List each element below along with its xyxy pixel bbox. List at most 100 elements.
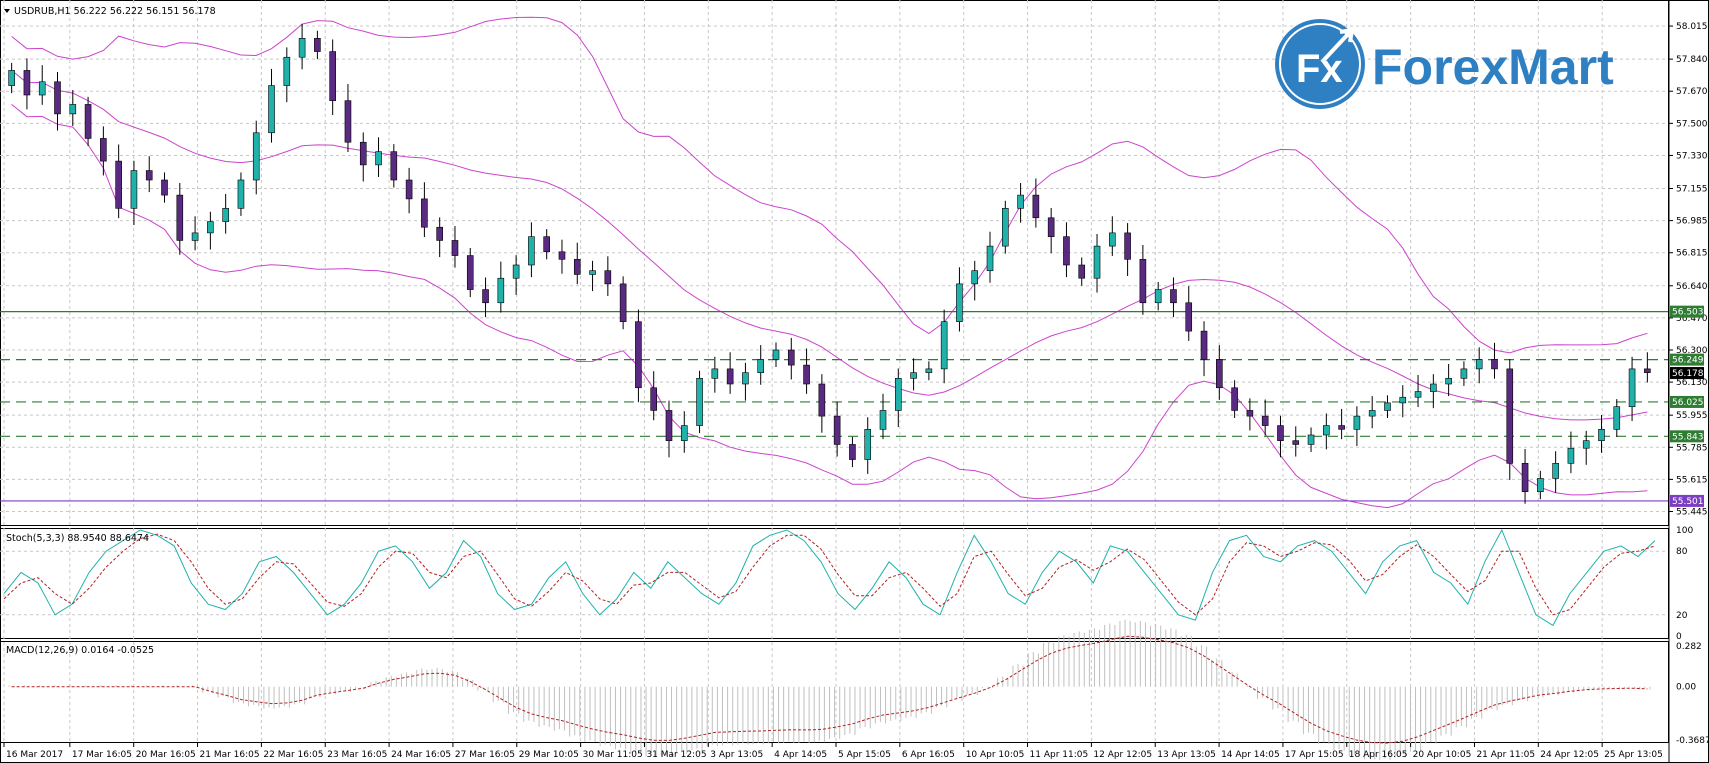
candle-body (1277, 425, 1284, 441)
candle-body (772, 349, 780, 360)
candle-body (1644, 368, 1651, 373)
candle-body (23, 70, 31, 96)
price-tick-label: 55.445 (1676, 508, 1708, 518)
candle-body (528, 236, 535, 266)
candle-body (436, 226, 443, 241)
current-price-label: 56.178 (1672, 369, 1704, 379)
candle-body (1368, 410, 1376, 417)
candle-body (375, 151, 382, 166)
candle-body (1246, 410, 1254, 417)
time-label: 13 Apr 13:05 (1157, 750, 1216, 760)
candle-body (894, 378, 902, 411)
candle-body (115, 160, 122, 209)
candle-body (84, 104, 92, 139)
candle-body (1002, 208, 1009, 247)
candle-body (940, 321, 948, 370)
candle-body (1353, 415, 1361, 430)
logo-mark: Fx (1296, 47, 1343, 91)
candle-body (589, 270, 596, 275)
stoch-tick-label: 100 (1676, 526, 1693, 536)
time-label: 23 Mar 16:05 (327, 750, 387, 760)
candle-body (573, 259, 581, 275)
candle-body (1338, 425, 1345, 430)
candle-body (849, 444, 856, 460)
stoch-tick-label: 0 (1676, 632, 1682, 642)
trading-chart[interactable]: USDRUB,H1 56.222 56.222 56.151 56.178 Fx… (0, 0, 1709, 763)
time-label: 11 Apr 11:05 (1030, 750, 1089, 760)
candle-body (359, 141, 367, 166)
candle-body (1475, 359, 1483, 370)
level-tag-label: 56.503 (1672, 308, 1704, 318)
time-label: 12 Apr 12:05 (1093, 750, 1152, 760)
candle-body (100, 138, 107, 162)
time-label: 24 Mar 16:05 (391, 750, 451, 760)
price-tick-label: 56.815 (1676, 249, 1708, 259)
candle-body (833, 415, 841, 445)
level-tag-label: 55.843 (1672, 432, 1704, 442)
candle-body (1323, 425, 1330, 436)
macd-tick-label: -0.3687 (1676, 736, 1709, 746)
candle-body (1154, 289, 1162, 304)
time-label: 10 Apr 10:05 (966, 750, 1025, 760)
price-tick-label: 55.955 (1676, 411, 1708, 421)
time-label: 5 Apr 15:05 (838, 750, 891, 760)
time-label: 16 Mar 2017 (6, 750, 63, 760)
time-label: 6 Apr 16:05 (902, 750, 955, 760)
symbol-header: USDRUB,H1 56.222 56.222 56.151 56.178 (14, 6, 216, 17)
candle-body (252, 132, 260, 181)
price-tick-label: 57.840 (1676, 55, 1708, 65)
time-label: 17 Mar 16:05 (72, 750, 132, 760)
time-label: 3 Apr 13:05 (710, 750, 763, 760)
time-label: 14 Apr 14:05 (1221, 750, 1280, 760)
level-tag-label: 55.501 (1672, 497, 1704, 507)
candle-body (1414, 391, 1422, 398)
candle-body (1185, 302, 1193, 332)
price-tick-label: 57.330 (1676, 151, 1708, 161)
candle-body (971, 270, 979, 285)
candle-body (130, 170, 138, 209)
candle-body (421, 198, 428, 228)
time-label: 20 Mar 16:05 (136, 750, 196, 760)
candle-body (1460, 368, 1468, 379)
candle-body (1124, 232, 1131, 260)
candle-body (1430, 383, 1437, 392)
candle-body (635, 321, 642, 389)
stochastic-label: Stoch(5,3,3) 88.9540 88.6474 (6, 533, 149, 544)
candle-body (1170, 289, 1177, 304)
time-label: 21 Mar 16:05 (200, 750, 260, 760)
chart-frame (0, 0, 1709, 763)
candle-body (1017, 194, 1024, 209)
time-label: 27 Mar 16:05 (455, 750, 515, 760)
time-label: 21 Apr 11:05 (1476, 750, 1535, 760)
candle-body (1261, 415, 1269, 426)
candle-body (69, 104, 77, 115)
candle-body (329, 51, 336, 101)
candle-body (619, 283, 627, 322)
candle-body (1047, 217, 1055, 237)
candle-body (1506, 368, 1514, 464)
candle-body (314, 38, 321, 52)
level-tag-label: 56.025 (1672, 398, 1704, 408)
macd-tick-label: 0.282 (1676, 642, 1702, 652)
time-label: 24 Apr 12:05 (1540, 750, 1599, 760)
candle-body (787, 349, 795, 366)
candle-body (818, 383, 826, 417)
price-tick-label: 55.785 (1676, 443, 1708, 453)
price-tick-label: 56.130 (1676, 378, 1708, 388)
candle-body (1200, 330, 1208, 360)
candle-body (543, 236, 550, 253)
candle-body (482, 289, 489, 304)
time-label: 17 Apr 15:05 (1285, 750, 1344, 760)
candle-body (864, 429, 872, 460)
candle-body (497, 277, 505, 304)
candle-body (268, 85, 275, 134)
candle-body (405, 179, 413, 200)
price-tick-label: 57.670 (1676, 87, 1708, 97)
candle-body (1399, 396, 1407, 404)
candle-body (1613, 406, 1621, 430)
candle-body (298, 38, 306, 58)
candle-body (696, 378, 703, 426)
candle-body (803, 364, 810, 385)
candle-body (1582, 440, 1590, 449)
candle-body (665, 410, 673, 441)
